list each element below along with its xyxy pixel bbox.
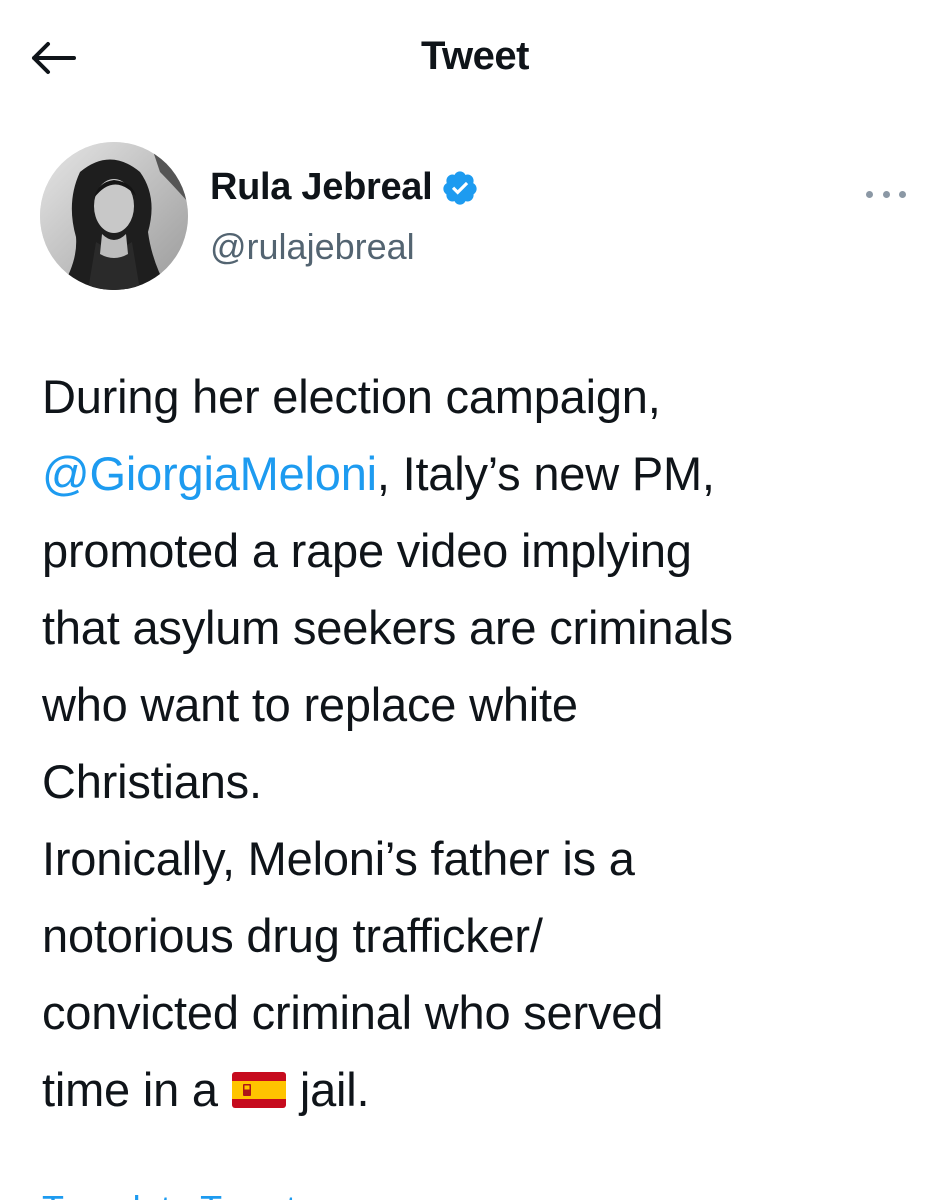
spain-flag-icon bbox=[231, 1071, 286, 1108]
more-dot-icon bbox=[899, 190, 906, 198]
tweet-line: Christians. bbox=[42, 755, 262, 808]
tweet-line: During her election campaign, bbox=[42, 370, 661, 423]
mention-link[interactable]: @GiorgiaMeloni bbox=[42, 447, 377, 500]
author-handle[interactable]: @rulajebreal bbox=[210, 226, 415, 268]
more-options-button[interactable] bbox=[866, 182, 906, 206]
more-dot-icon bbox=[882, 190, 890, 198]
tweet-line: promoted a rape video implying bbox=[42, 524, 692, 577]
tweet-line: , Italy’s new PM, bbox=[376, 447, 715, 500]
translate-tweet-link[interactable]: Translate Tweet bbox=[42, 1188, 296, 1200]
verified-badge-icon bbox=[440, 168, 480, 208]
page-title: Tweet bbox=[421, 34, 529, 78]
tweet-line: who want to replace white bbox=[42, 678, 578, 731]
more-dot-icon bbox=[866, 190, 873, 198]
header: Tweet bbox=[0, 0, 950, 115]
tweet-page: Tweet Rula Jebreal @rulajebreal During h… bbox=[0, 0, 950, 1200]
author-name-row: Rula Jebreal bbox=[210, 166, 480, 209]
tweet-author: Rula Jebreal @rulajebreal bbox=[40, 142, 910, 292]
tweet-text: During her election campaign, @GiorgiaMe… bbox=[42, 358, 922, 1128]
tweet-line: convicted criminal who served bbox=[42, 986, 664, 1039]
tweet-line: time in a bbox=[42, 1063, 218, 1116]
author-name[interactable]: Rula Jebreal bbox=[210, 166, 433, 209]
avatar-image bbox=[40, 142, 188, 290]
tweet-line: Ironically, Meloni’s father is a bbox=[42, 832, 635, 885]
avatar[interactable] bbox=[40, 142, 188, 290]
tweet-line: jail. bbox=[299, 1063, 370, 1116]
tweet-line: notorious drug trafficker/ bbox=[42, 909, 543, 962]
tweet-line: that asylum seekers are criminals bbox=[42, 601, 733, 654]
